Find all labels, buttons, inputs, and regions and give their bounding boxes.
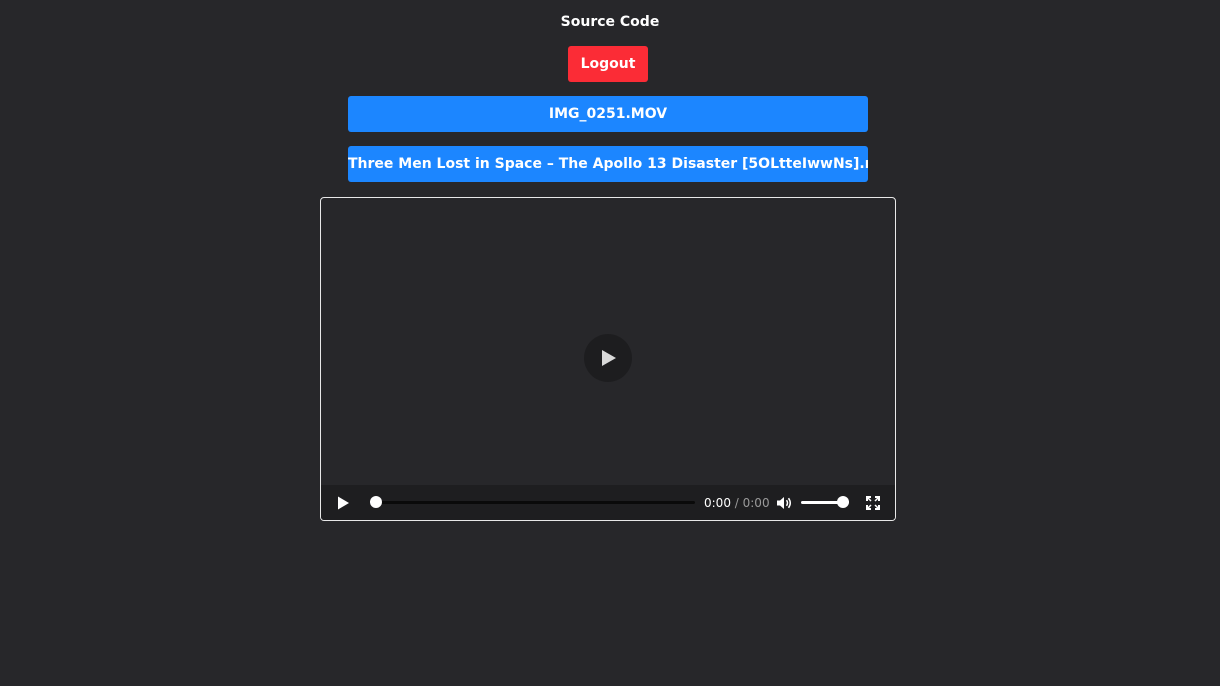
big-play-button[interactable] xyxy=(584,334,632,382)
seek-thumb[interactable] xyxy=(370,496,382,508)
video-player[interactable]: 0:00 / 0:00 xyxy=(320,197,896,521)
play-button[interactable] xyxy=(335,495,351,511)
video-controls: 0:00 / 0:00 xyxy=(321,485,895,520)
page: Source Code Logout IMG_0251.MOV Three Me… xyxy=(0,0,1220,686)
current-time: 0:00 xyxy=(704,496,731,510)
mute-button[interactable] xyxy=(776,495,792,511)
play-icon xyxy=(338,496,349,510)
file-button-apollo-13[interactable]: Three Men Lost in Space – The Apollo 13 … xyxy=(348,146,868,182)
seek-bar[interactable] xyxy=(370,496,695,508)
volume-icon xyxy=(777,497,791,509)
fullscreen-icon xyxy=(866,496,880,510)
duration: 0:00 xyxy=(742,496,770,510)
time-separator: / xyxy=(730,496,743,510)
volume-thumb[interactable] xyxy=(837,496,849,508)
logout-button[interactable]: Logout xyxy=(568,46,648,82)
file-button-img-0251[interactable]: IMG_0251.MOV xyxy=(348,96,868,132)
source-code-link[interactable]: Source Code xyxy=(0,13,1220,31)
volume-slider[interactable] xyxy=(801,496,849,508)
fullscreen-button[interactable] xyxy=(866,495,880,510)
play-icon xyxy=(602,350,616,366)
time-display: 0:00 / 0:00 xyxy=(704,495,770,511)
